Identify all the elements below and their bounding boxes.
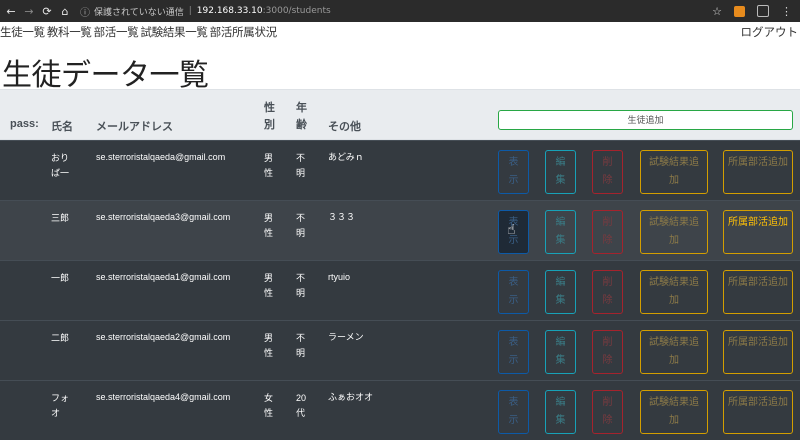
nav-link-clubs[interactable]: 部活一覧 — [94, 27, 139, 38]
show-button[interactable]: 表示 — [498, 270, 529, 314]
student-gender: 男性 — [264, 213, 274, 238]
student-other: あどみｎ — [328, 152, 364, 162]
delete-button[interactable]: 削除 — [592, 210, 623, 254]
student-email: se.sterroristalqaeda@gmail.com — [96, 152, 226, 162]
delete-button[interactable]: 削除 — [592, 330, 623, 374]
add-club-button[interactable]: 所属部活追加 — [723, 330, 793, 374]
header-other: その他 — [328, 121, 361, 133]
logout-link[interactable]: ログアウト — [741, 24, 799, 38]
table-row: フォオ se.sterroristalqaeda4@gmail.com 女性 20代 ふ… — [0, 380, 800, 440]
url-path: :3000/students — [262, 6, 331, 16]
hand-cursor-icon: ☝ — [507, 222, 516, 238]
edit-button[interactable]: 編集 — [545, 390, 576, 434]
student-age: 不明 — [296, 213, 306, 238]
forward-arrow-icon[interactable]: → — [22, 5, 36, 18]
header-age: 年齢 — [296, 102, 307, 131]
table-row: おりば一 se.sterroristalqaeda@gmail.com 男性 不明 あど… — [0, 140, 800, 200]
security-label: 保護されていない通信 — [94, 7, 184, 18]
table-row: 三郎 se.sterroristalqaeda3@gmail.com 男性 不明 ３３３… — [0, 200, 800, 260]
edit-button[interactable]: 編集 — [545, 210, 576, 254]
delete-button[interactable]: 削除 — [592, 270, 623, 314]
student-age: 20代 — [296, 393, 307, 418]
browser-toolbar: ← → ⟳ ⌂ ⓘ 保護されていない通信 | 192.168.33.10 :30… — [0, 0, 800, 22]
student-email: se.sterroristalqaeda2@gmail.com — [96, 332, 231, 342]
student-gender: 男性 — [264, 333, 274, 358]
student-gender: 女性 — [264, 393, 274, 418]
student-email: se.sterroristalqaeda1@gmail.com — [96, 272, 231, 282]
edit-button[interactable]: 編集 — [545, 150, 576, 194]
student-age: 不明 — [296, 273, 306, 298]
add-club-button[interactable]: 所属部活追加 — [723, 270, 793, 314]
header-name: 氏名 — [51, 121, 73, 133]
browser-menu-icon[interactable]: ⋮ — [781, 5, 792, 18]
edit-button[interactable]: 編集 — [545, 330, 576, 374]
add-student-button[interactable]: 生徒追加 — [498, 110, 793, 130]
info-icon[interactable]: ⓘ — [80, 4, 90, 19]
delete-button[interactable]: 削除 — [592, 150, 623, 194]
reload-icon[interactable]: ⟳ — [40, 5, 54, 18]
nav-link-exam-results[interactable]: 試験結果一覧 — [140, 27, 208, 38]
table-header: pass: 氏名 メールアドレス 性別 年齢 その他 生徒追加 — [0, 89, 800, 140]
home-icon[interactable]: ⌂ — [58, 5, 72, 18]
delete-button[interactable]: 削除 — [592, 390, 623, 434]
add-exam-result-button[interactable]: 試験結果追加 — [640, 270, 708, 314]
student-name: おりば一 — [51, 153, 70, 178]
student-gender: 男性 — [264, 153, 274, 178]
student-other: ３３３ — [328, 212, 356, 222]
bookmark-star-icon[interactable]: ☆ — [712, 5, 722, 18]
address-divider: | — [188, 6, 192, 16]
table-row: 一郎 se.sterroristalqaeda1@gmail.com 男性 不明 rty… — [0, 260, 800, 320]
back-arrow-icon[interactable]: ← — [4, 5, 18, 18]
header-gender: 性別 — [264, 102, 275, 131]
add-exam-result-button[interactable]: 試験結果追加 — [640, 390, 708, 434]
student-email: se.sterroristalqaeda3@gmail.com — [96, 212, 231, 222]
rss-extension-icon[interactable] — [734, 5, 745, 17]
add-club-button[interactable]: 所属部活追加 — [723, 210, 793, 254]
nav-link-subjects[interactable]: 教科一覧 — [47, 27, 92, 38]
url-host: 192.168.33.10 — [196, 6, 263, 16]
page-title: 生徒データ一覧 — [2, 59, 209, 92]
student-other: rtyuio — [328, 272, 351, 282]
nav-link-students[interactable]: 生徒一覧 — [0, 27, 45, 38]
add-club-button[interactable]: 所属部活追加 — [723, 150, 793, 194]
top-navigation: 生徒一覧 教科一覧 部活一覧 試験結果一覧 部活所属状況 ログアウト — [0, 22, 800, 38]
show-button[interactable]: 表示 — [498, 390, 529, 434]
header-email: メールアドレス — [96, 121, 173, 133]
nav-link-club-membership[interactable]: 部活所属状況 — [210, 27, 278, 38]
table-row: 二郎 se.sterroristalqaeda2@gmail.com 男性 不明 ラーメ… — [0, 320, 800, 380]
student-email: se.sterroristalqaeda4@gmail.com — [96, 392, 231, 402]
student-name: フォオ — [51, 393, 70, 418]
student-age: 不明 — [296, 153, 306, 178]
edit-button[interactable]: 編集 — [545, 270, 576, 314]
add-club-button[interactable]: 所属部活追加 — [723, 390, 793, 434]
address-bar[interactable]: ⓘ 保護されていない通信 | 192.168.33.10 :3000/stude… — [80, 2, 712, 20]
header-pass: pass: — [10, 118, 39, 130]
add-exam-result-button[interactable]: 試験結果追加 — [640, 210, 708, 254]
student-gender: 男性 — [264, 273, 274, 298]
student-age: 不明 — [296, 333, 306, 358]
student-name: 三郎 — [51, 213, 70, 223]
student-other: ふぁおオオ — [328, 392, 374, 402]
add-exam-result-button[interactable]: 試験結果追加 — [640, 150, 708, 194]
student-name: 一郎 — [51, 273, 70, 283]
extension-icon[interactable] — [757, 5, 769, 17]
show-button[interactable]: 表示 — [498, 330, 529, 374]
student-other: ラーメン — [328, 332, 364, 342]
add-exam-result-button[interactable]: 試験結果追加 — [640, 330, 708, 374]
show-button[interactable]: 表示 — [498, 150, 529, 194]
student-name: 二郎 — [51, 333, 70, 343]
